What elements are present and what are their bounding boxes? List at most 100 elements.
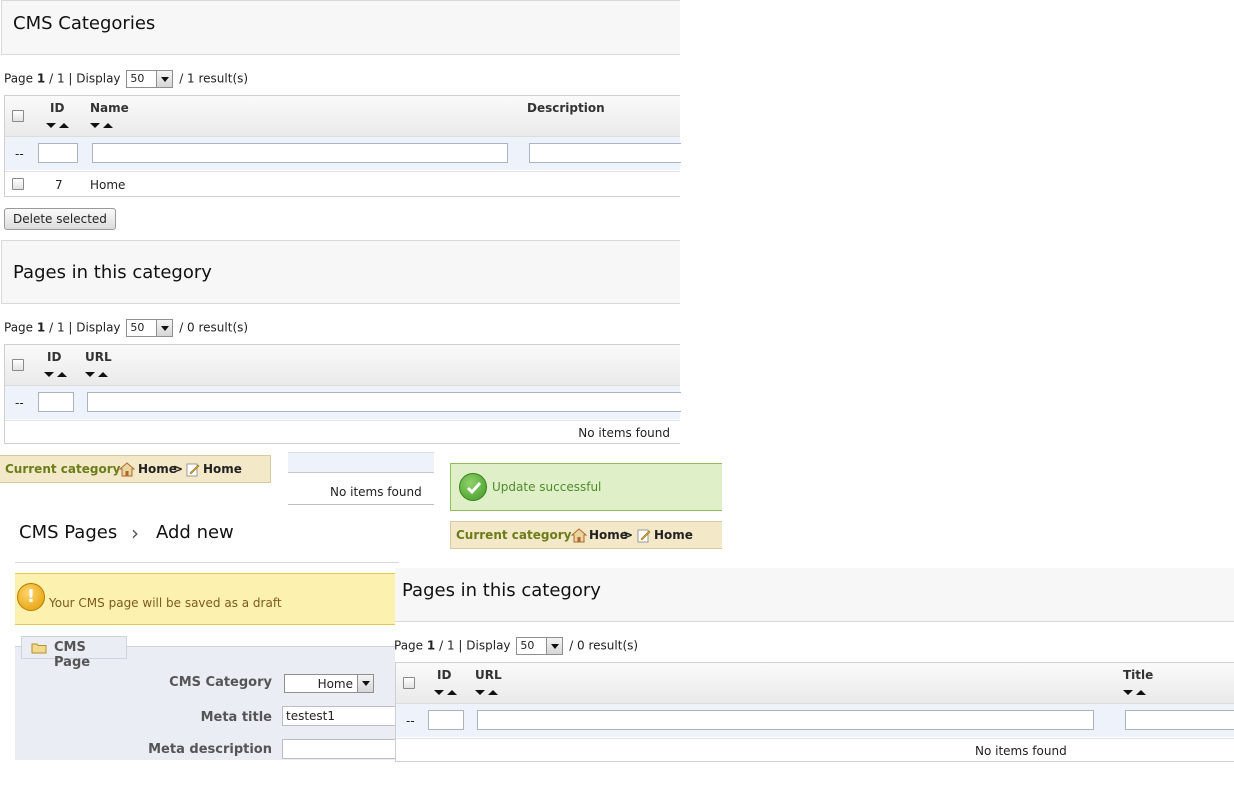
- fragment-filter-row: [288, 452, 434, 472]
- breadcrumb-left: Current category : Home > Home: [0, 455, 271, 483]
- column-url: URL: [475, 668, 502, 682]
- success-text: Update successful: [492, 480, 602, 494]
- pages-top-table: ID URL -- No items found: [4, 344, 681, 444]
- select-all-checkbox[interactable]: [12, 359, 24, 371]
- draft-warning-box: ! Your CMS page will be saved as a draft: [15, 573, 395, 625]
- add-page-header: CMS Pages › Add new: [15, 512, 399, 563]
- column-id: ID: [47, 350, 62, 364]
- meta-title-label: Meta title: [200, 710, 272, 725]
- pager-page: 1: [36, 71, 46, 86]
- meta-description-input[interactable]: [282, 739, 395, 759]
- chevron-down-icon[interactable]: [156, 320, 173, 336]
- chevron-down-icon[interactable]: [357, 675, 373, 692]
- breadcrumb-separator: >: [623, 528, 634, 542]
- per-page-select[interactable]: 50: [126, 319, 174, 337]
- sort-id-arrows[interactable]: [46, 122, 72, 130]
- row-name: Home: [90, 178, 126, 192]
- filter-url-input[interactable]: [87, 392, 681, 412]
- filter-title-input[interactable]: [1125, 710, 1234, 730]
- sort-desc-icon[interactable]: [46, 123, 56, 128]
- breadcrumb-current[interactable]: Home: [203, 462, 242, 476]
- cms-categories-header: CMS Categories: [1, 0, 680, 55]
- home-icon[interactable]: [571, 528, 587, 543]
- column-id: ID: [50, 101, 65, 115]
- sort-desc-icon[interactable]: [90, 123, 100, 128]
- sort-asc-icon[interactable]: [59, 123, 69, 128]
- table-header: ID URL: [5, 345, 680, 386]
- pager-page: 1: [426, 638, 436, 653]
- sort-asc-icon[interactable]: [447, 690, 457, 695]
- sort-desc-icon[interactable]: [44, 372, 54, 377]
- pager-results: / 0 result(s): [179, 320, 249, 335]
- sort-asc-icon[interactable]: [57, 372, 67, 377]
- sort-asc-icon[interactable]: [98, 372, 108, 377]
- cms-categories-pager: Page 1 / 1 | Display 50 / 1 result(s): [4, 70, 248, 88]
- sort-title-arrows[interactable]: [1123, 689, 1149, 697]
- home-icon[interactable]: [119, 462, 135, 477]
- chevron-down-icon[interactable]: [546, 638, 563, 654]
- pages-top-header: Pages in this category: [1, 240, 680, 304]
- pager-results: / 0 result(s): [569, 638, 639, 653]
- add-page-title-part2: Add new: [156, 522, 234, 543]
- filter-dash: --: [15, 147, 24, 161]
- sort-desc-icon[interactable]: [1123, 690, 1133, 695]
- fragment-row-divider: [288, 472, 434, 473]
- success-message-box: Update successful: [450, 463, 722, 511]
- table-row[interactable]: 7 Home: [5, 171, 680, 197]
- pager-total: 1: [56, 71, 65, 86]
- row-checkbox[interactable]: [12, 178, 24, 190]
- sort-name-arrows[interactable]: [90, 122, 116, 130]
- sort-desc-icon[interactable]: [85, 372, 95, 377]
- pager-page-label: Page: [394, 638, 424, 653]
- sort-desc-icon[interactable]: [475, 690, 485, 695]
- sort-asc-icon[interactable]: [488, 690, 498, 695]
- sort-url-arrows[interactable]: [475, 689, 501, 697]
- pages-bottom-pager: Page 1 / 1 | Display 50 / 0 result(s): [394, 637, 638, 655]
- pager-sep: /: [49, 71, 54, 86]
- cms-category-value: Home: [317, 677, 353, 691]
- sort-url-arrows[interactable]: [85, 371, 111, 379]
- filter-id-input[interactable]: [38, 143, 78, 163]
- folder-icon: [31, 643, 47, 654]
- pager-display-label: Display: [466, 638, 511, 653]
- select-all-checkbox[interactable]: [12, 110, 24, 122]
- sort-asc-icon[interactable]: [1136, 690, 1146, 695]
- cms-category-select[interactable]: Home: [284, 674, 374, 693]
- pager-display-label: Display: [76, 320, 121, 335]
- column-name: Name: [90, 101, 129, 115]
- sort-asc-icon[interactable]: [103, 123, 113, 128]
- pages-bottom-table: ID URL Title -- No items found: [395, 662, 1234, 762]
- cms-page-legend: CMS Page: [21, 636, 127, 670]
- empty-row: No items found: [396, 738, 1234, 762]
- breadcrumb-home[interactable]: Home: [138, 462, 177, 476]
- sort-id-arrows[interactable]: [44, 371, 70, 379]
- sort-desc-icon[interactable]: [434, 690, 444, 695]
- filter-id-input[interactable]: [428, 710, 464, 730]
- pages-top-title: Pages in this category: [13, 262, 212, 283]
- check-icon: [459, 473, 487, 501]
- fragment-bottom-border: [288, 504, 434, 505]
- pager-pipe: |: [68, 320, 73, 335]
- meta-title-input[interactable]: testest1: [282, 706, 395, 726]
- pager-sep: /: [439, 638, 444, 653]
- pager-display-label: Display: [76, 71, 121, 86]
- filter-url-input[interactable]: [477, 710, 1094, 730]
- breadcrumb-current[interactable]: Home: [654, 528, 693, 542]
- filter-id-input[interactable]: [38, 392, 74, 412]
- pager-page: 1: [36, 320, 46, 335]
- edit-icon: [637, 529, 651, 543]
- per-page-select[interactable]: 50: [126, 70, 174, 88]
- empty-row: No items found: [5, 420, 680, 444]
- filter-name-input[interactable]: [92, 143, 508, 163]
- per-page-select[interactable]: 50: [516, 637, 564, 655]
- select-all-checkbox[interactable]: [403, 677, 415, 689]
- pages-top-pager: Page 1 / 1 | Display 50 / 0 result(s): [4, 319, 248, 337]
- pager-sep: /: [49, 320, 54, 335]
- row-id: 7: [55, 178, 63, 192]
- sort-id-arrows[interactable]: [434, 689, 460, 697]
- filter-description-input[interactable]: [529, 143, 681, 163]
- warning-icon: !: [17, 583, 45, 611]
- chevron-down-icon[interactable]: [156, 71, 173, 87]
- cms-categories-title: CMS Categories: [13, 13, 156, 34]
- delete-selected-button[interactable]: Delete selected: [4, 208, 116, 230]
